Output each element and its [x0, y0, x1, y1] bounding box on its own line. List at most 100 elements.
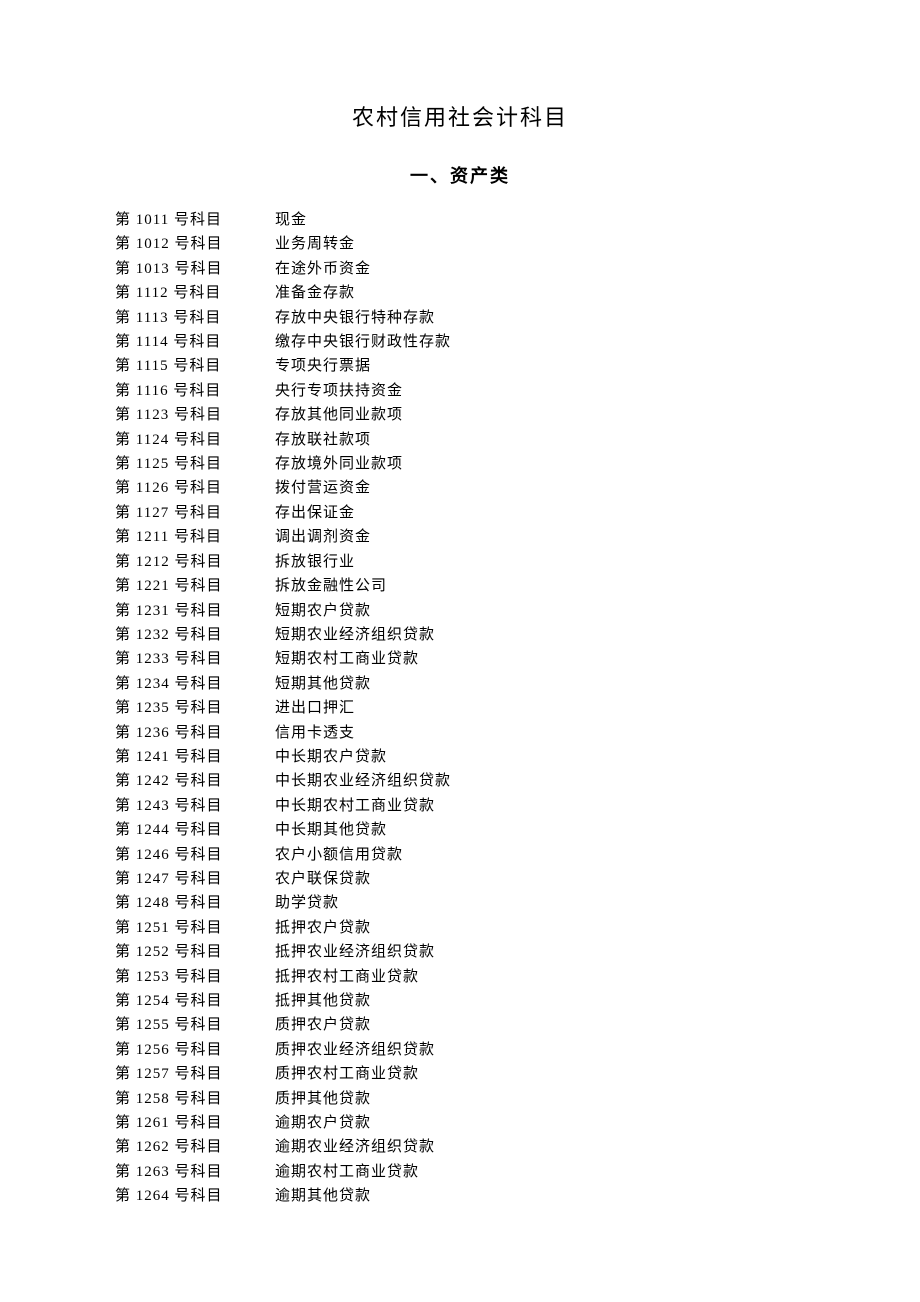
account-row: 第 1221 号科目拆放金融性公司: [115, 574, 805, 598]
account-code: 第 1242 号科目: [115, 769, 275, 793]
account-name: 存放其他同业款项: [275, 403, 403, 427]
account-row: 第 1123 号科目存放其他同业款项: [115, 403, 805, 427]
account-row: 第 1257 号科目质押农村工商业贷款: [115, 1062, 805, 1086]
account-row: 第 1264 号科目逾期其他贷款: [115, 1184, 805, 1208]
account-row: 第 1233 号科目短期农村工商业贷款: [115, 647, 805, 671]
account-row: 第 1115 号科目专项央行票据: [115, 354, 805, 378]
account-name: 逾期农业经济组织贷款: [275, 1135, 435, 1159]
account-code: 第 1234 号科目: [115, 672, 275, 696]
account-row: 第 1012 号科目业务周转金: [115, 232, 805, 256]
account-name: 抵押农户贷款: [275, 916, 371, 940]
account-code: 第 1211 号科目: [115, 525, 275, 549]
account-row: 第 1251 号科目抵押农户贷款: [115, 916, 805, 940]
section-heading: 一、资产类: [115, 162, 805, 188]
account-name: 现金: [275, 208, 307, 232]
account-name: 农户联保贷款: [275, 867, 371, 891]
account-code: 第 1247 号科目: [115, 867, 275, 891]
account-code: 第 1241 号科目: [115, 745, 275, 769]
account-name: 质押其他贷款: [275, 1087, 371, 1111]
account-row: 第 1232 号科目短期农业经济组织贷款: [115, 623, 805, 647]
account-name: 专项央行票据: [275, 354, 371, 378]
account-name: 短期农户贷款: [275, 599, 371, 623]
account-row: 第 1263 号科目逾期农村工商业贷款: [115, 1160, 805, 1184]
account-name: 业务周转金: [275, 232, 355, 256]
account-code: 第 1255 号科目: [115, 1013, 275, 1037]
account-row: 第 1234 号科目短期其他贷款: [115, 672, 805, 696]
account-row: 第 1126 号科目拨付营运资金: [115, 476, 805, 500]
account-code: 第 1011 号科目: [115, 208, 275, 232]
account-code: 第 1262 号科目: [115, 1135, 275, 1159]
account-name: 中长期其他贷款: [275, 818, 387, 842]
account-name: 抵押农村工商业贷款: [275, 965, 419, 989]
account-row: 第 1262 号科目逾期农业经济组织贷款: [115, 1135, 805, 1159]
account-name: 进出口押汇: [275, 696, 355, 720]
account-name: 抵押其他贷款: [275, 989, 371, 1013]
account-code: 第 1232 号科目: [115, 623, 275, 647]
account-code: 第 1261 号科目: [115, 1111, 275, 1135]
account-code: 第 1012 号科目: [115, 232, 275, 256]
account-row: 第 1236 号科目信用卡透支: [115, 721, 805, 745]
account-name: 农户小额信用贷款: [275, 843, 403, 867]
account-code: 第 1126 号科目: [115, 476, 275, 500]
account-name: 短期农业经济组织贷款: [275, 623, 435, 647]
account-code: 第 1231 号科目: [115, 599, 275, 623]
account-list: 第 1011 号科目现金第 1012 号科目业务周转金第 1013 号科目在途外…: [115, 208, 805, 1209]
account-code: 第 1264 号科目: [115, 1184, 275, 1208]
account-name: 短期其他贷款: [275, 672, 371, 696]
account-code: 第 1221 号科目: [115, 574, 275, 598]
account-code: 第 1212 号科目: [115, 550, 275, 574]
account-code: 第 1258 号科目: [115, 1087, 275, 1111]
account-name: 准备金存款: [275, 281, 355, 305]
account-name: 信用卡透支: [275, 721, 355, 745]
account-row: 第 1252 号科目抵押农业经济组织贷款: [115, 940, 805, 964]
account-name: 调出调剂资金: [275, 525, 371, 549]
account-row: 第 1256 号科目质押农业经济组织贷款: [115, 1038, 805, 1062]
account-row: 第 1247 号科目农户联保贷款: [115, 867, 805, 891]
account-row: 第 1248 号科目助学贷款: [115, 891, 805, 915]
account-code: 第 1251 号科目: [115, 916, 275, 940]
account-name: 逾期农村工商业贷款: [275, 1160, 419, 1184]
account-code: 第 1257 号科目: [115, 1062, 275, 1086]
account-name: 存放中央银行特种存款: [275, 306, 435, 330]
account-code: 第 1125 号科目: [115, 452, 275, 476]
account-code: 第 1124 号科目: [115, 428, 275, 452]
account-name: 缴存中央银行财政性存款: [275, 330, 451, 354]
account-name: 存放境外同业款项: [275, 452, 403, 476]
account-row: 第 1212 号科目拆放银行业: [115, 550, 805, 574]
account-name: 央行专项扶持资金: [275, 379, 403, 403]
account-row: 第 1244 号科目中长期其他贷款: [115, 818, 805, 842]
account-row: 第 1011 号科目现金: [115, 208, 805, 232]
account-code: 第 1112 号科目: [115, 281, 275, 305]
account-code: 第 1252 号科目: [115, 940, 275, 964]
account-code: 第 1127 号科目: [115, 501, 275, 525]
account-name: 助学贷款: [275, 891, 339, 915]
account-row: 第 1261 号科目逾期农户贷款: [115, 1111, 805, 1135]
account-row: 第 1254 号科目抵押其他贷款: [115, 989, 805, 1013]
account-name: 中长期农村工商业贷款: [275, 794, 435, 818]
account-code: 第 1123 号科目: [115, 403, 275, 427]
account-code: 第 1253 号科目: [115, 965, 275, 989]
account-code: 第 1244 号科目: [115, 818, 275, 842]
account-code: 第 1114 号科目: [115, 330, 275, 354]
account-name: 拆放银行业: [275, 550, 355, 574]
account-row: 第 1124 号科目存放联社款项: [115, 428, 805, 452]
account-code: 第 1013 号科目: [115, 257, 275, 281]
account-name: 拆放金融性公司: [275, 574, 387, 598]
account-name: 存出保证金: [275, 501, 355, 525]
account-code: 第 1115 号科目: [115, 354, 275, 378]
account-row: 第 1127 号科目存出保证金: [115, 501, 805, 525]
account-name: 逾期其他贷款: [275, 1184, 371, 1208]
account-code: 第 1243 号科目: [115, 794, 275, 818]
account-code: 第 1236 号科目: [115, 721, 275, 745]
account-code: 第 1113 号科目: [115, 306, 275, 330]
account-row: 第 1112 号科目准备金存款: [115, 281, 805, 305]
account-name: 拨付营运资金: [275, 476, 371, 500]
account-name: 存放联社款项: [275, 428, 371, 452]
account-row: 第 1013 号科目在途外币资金: [115, 257, 805, 281]
account-code: 第 1235 号科目: [115, 696, 275, 720]
account-code: 第 1116 号科目: [115, 379, 275, 403]
account-row: 第 1125 号科目存放境外同业款项: [115, 452, 805, 476]
account-name: 中长期农业经济组织贷款: [275, 769, 451, 793]
account-name: 中长期农户贷款: [275, 745, 387, 769]
account-name: 质押农业经济组织贷款: [275, 1038, 435, 1062]
